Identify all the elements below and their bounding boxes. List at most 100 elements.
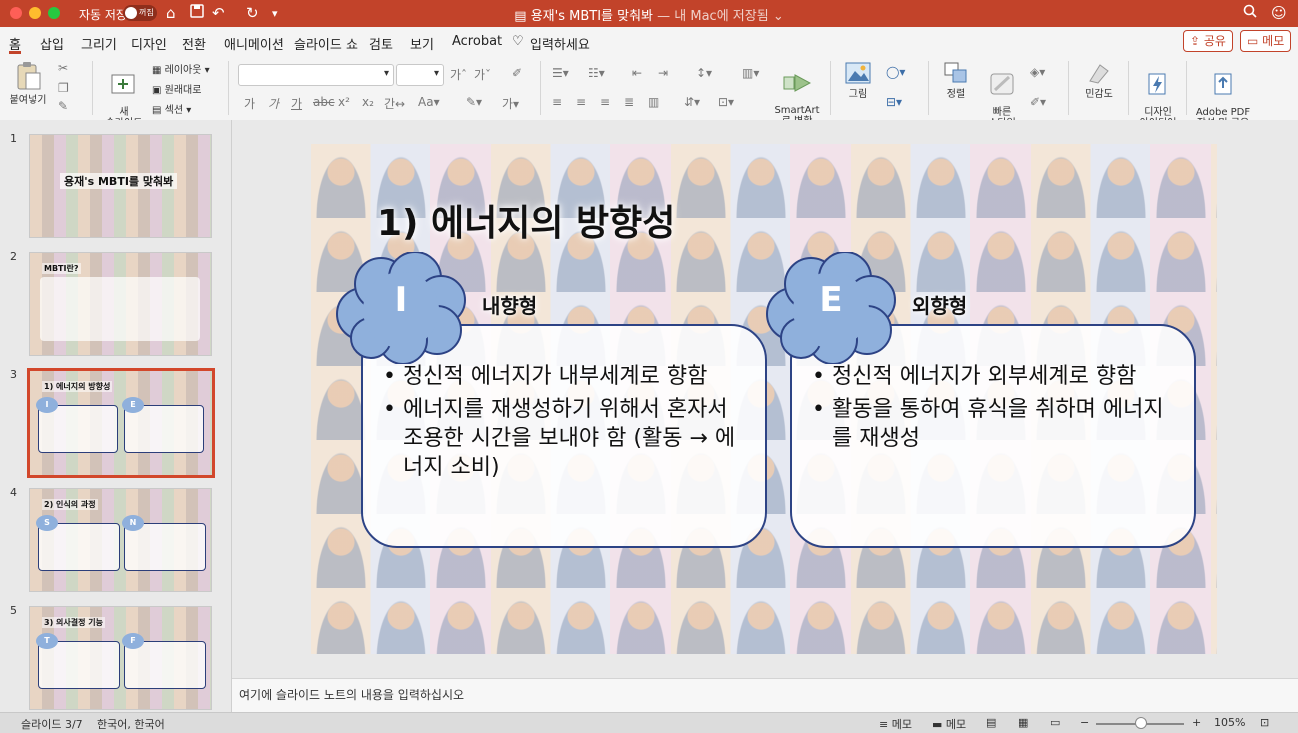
text-direction-icon[interactable]: ⇵▾ [684,95,700,109]
thumb-cloud: N [122,515,144,531]
design-ideas-button[interactable]: 디자인 아이디어 [1136,61,1180,129]
underline-icon[interactable]: 가 [291,95,302,112]
fill-color-icon[interactable]: ◈▾ [1030,65,1045,79]
smiley-icon[interactable]: ☺ [1271,4,1287,22]
paste-button[interactable]: 붙여넣기 [8,61,48,106]
char-spacing-icon[interactable]: 간↔ [384,95,405,112]
speaker-notes-pane[interactable]: 여기에 슬라이드 노트의 내용을 입력하십시오 [232,678,1298,713]
slide-thumbnail-2[interactable]: MBTI란? [29,252,212,356]
title-bar: 자동 저장 꺼짐 ⌂ ↶ ↻ ▾ ▤ 용재's MBTI를 맞춰봐 — 내 Ma… [0,0,1298,27]
language-indicator[interactable]: 한국어, 한국어 [97,716,165,732]
adobe-pdf-button[interactable]: Adobe PDF 작성 및 공유 [1192,61,1254,129]
font-name-combo[interactable]: ▾ [238,64,394,86]
picture-button[interactable]: 그림 [840,61,876,100]
line-spacing-icon[interactable]: ↕▾ [696,66,712,80]
notes-toggle-label: 메모 [891,718,912,731]
zoom-level[interactable]: 105% [1214,716,1245,729]
arrange-button[interactable]: 정렬 [936,61,976,100]
tab-view[interactable]: 보기 [410,34,434,53]
format-painter-icon[interactable]: ✎ [58,99,68,113]
shapes-icon[interactable]: ◯▾ [886,65,905,79]
comments-button[interactable]: ▭ 메모 [1240,30,1292,52]
italic-icon[interactable]: 가 [268,95,279,112]
layout-button[interactable]: ▦ 레이아웃 ▾ [152,61,210,76]
notes-toggle-button[interactable]: ≡ 메모 [879,716,912,732]
reset-button[interactable]: ▣ 원래대로 [152,81,201,96]
tab-slideshow[interactable]: 슬라이드 쇼 [294,34,358,53]
ribbon-separator [92,61,93,115]
new-slide-button[interactable]: 새 슬라이드 [102,61,146,129]
align-text-icon[interactable]: ⊡▾ [718,95,734,109]
comments-toggle-label: 메모 [945,718,967,731]
comments-label: 메모 [1262,34,1285,48]
distribute-icon[interactable]: ▥ [648,95,659,109]
tab-acrobat[interactable]: Acrobat [452,34,502,49]
chevron-down-icon[interactable]: ⌄ [773,9,784,24]
slide-thumbnail-pane[interactable]: 1 용재's MBTI를 맞춰봐 2 MBTI란? 3 1) 에너지의 방향성 … [0,120,232,712]
cut-icon[interactable]: ✂ [58,61,68,75]
reading-view-icon[interactable]: ▭ [1050,716,1060,729]
bullet-item: 정신적 에너지가 외부세계로 향함 [812,362,1182,391]
increase-indent-icon[interactable]: ⇥ [658,66,668,80]
align-right-icon[interactable]: ≡ [600,95,610,109]
pdf-export-icon [1214,73,1232,95]
bold-icon[interactable]: 가 [244,95,255,112]
grow-font-icon[interactable]: 가ˆ [450,66,467,83]
current-slide[interactable]: 1) 에너지의 방향성 I 내향형 E 외향형 정신적 에너지가 내부세계로 향… [311,144,1217,654]
zoom-in-icon[interactable]: + [1192,716,1201,729]
share-label: 공유 [1203,34,1226,48]
subscript-icon[interactable]: x₂ [362,95,374,109]
zoom-slider-handle[interactable] [1135,717,1147,729]
numbering-icon[interactable]: ☷▾ [588,66,605,80]
font-size-combo[interactable]: ▾ [396,64,444,86]
slide-thumbnail-4[interactable]: 2) 인식의 과정 S N [29,488,212,592]
slide-thumbnail-3[interactable]: 1) 에너지의 방향성 I E [27,368,215,478]
section-button[interactable]: ▤ 섹션 ▾ [152,101,191,116]
search-icon[interactable] [1243,4,1257,22]
strikethrough-icon[interactable]: abc [313,95,335,109]
tell-me-box[interactable]: 입력하세요 [530,34,590,53]
outline-color-icon[interactable]: ✐▾ [1030,95,1046,109]
align-center-icon[interactable]: ≡ [576,95,586,109]
extrovert-bullets[interactable]: 정신적 에너지가 외부세계로 향함 활동을 통하여 휴식을 취하며 에너지를 재… [812,362,1182,457]
reset-icon: ▣ [152,85,162,96]
superscript-icon[interactable]: x² [338,95,350,109]
comments-toggle-button[interactable]: ▬ 메모 [932,716,966,732]
thumb-cloud: I [36,397,58,413]
tab-review[interactable]: 검토 [369,34,393,53]
change-case-icon[interactable]: Aa▾ [418,95,440,109]
shrink-font-icon[interactable]: 가ˇ [474,66,491,83]
justify-icon[interactable]: ≣ [624,95,634,109]
notes-placeholder[interactable]: 여기에 슬라이드 노트의 내용을 입력하십시오 [239,686,464,703]
tab-animations[interactable]: 애니메이션 [224,34,284,53]
tab-design[interactable]: 디자인 [131,34,167,53]
introvert-bullets[interactable]: 정신적 에너지가 내부세계로 향함 에너지를 재생성하기 위해서 혼자서 조용한… [383,362,753,486]
columns-icon[interactable]: ▥▾ [742,66,759,80]
highlight-icon[interactable]: ✎▾ [466,95,482,109]
copy-icon[interactable]: ❐ [58,81,69,95]
tab-transitions[interactable]: 전환 [182,34,206,53]
normal-view-icon[interactable]: ▤ [986,716,996,729]
align-left-icon[interactable]: ≡ [552,95,562,109]
tab-insert[interactable]: 삽입 [40,34,64,53]
font-color-icon[interactable]: 가▾ [502,95,519,112]
slide-sorter-icon[interactable]: ▦ [1018,716,1028,729]
bullets-icon[interactable]: ☰▾ [552,66,569,80]
textbox-icon[interactable]: ⊟▾ [886,95,902,109]
slide-thumbnail-1[interactable]: 용재's MBTI를 맞춰봐 [29,134,212,238]
decrease-indent-icon[interactable]: ⇤ [632,66,642,80]
quick-styles-button[interactable]: 빠른 스타일 [982,61,1022,129]
document-name: 용재's MBTI를 맞춰봐 [530,9,653,24]
sensitivity-button[interactable]: 민감도 [1078,61,1120,100]
slide-thumbnail-5[interactable]: 3) 의사결정 기능 T F [29,606,212,710]
clear-format-icon[interactable]: ✐ [512,66,522,80]
share-button[interactable]: ⇪ 공유 [1183,30,1233,52]
zoom-out-icon[interactable]: − [1080,716,1089,729]
ribbon-toolbar: 붙여넣기 ✂ ❐ ✎ 새 슬라이드 ▦ 레이아웃 ▾ ▣ 원래대로 ▤ 섹션 ▾… [0,55,1298,129]
tab-draw[interactable]: 그리기 [81,34,117,53]
fit-to-window-icon[interactable]: ⊡ [1260,716,1269,729]
slide-title[interactable]: 1) 에너지의 방향성 [377,194,675,246]
smartart-icon [783,74,811,92]
smartart-button[interactable]: SmartArt 로 변환 [774,61,820,127]
slide-number: 5 [10,604,17,617]
